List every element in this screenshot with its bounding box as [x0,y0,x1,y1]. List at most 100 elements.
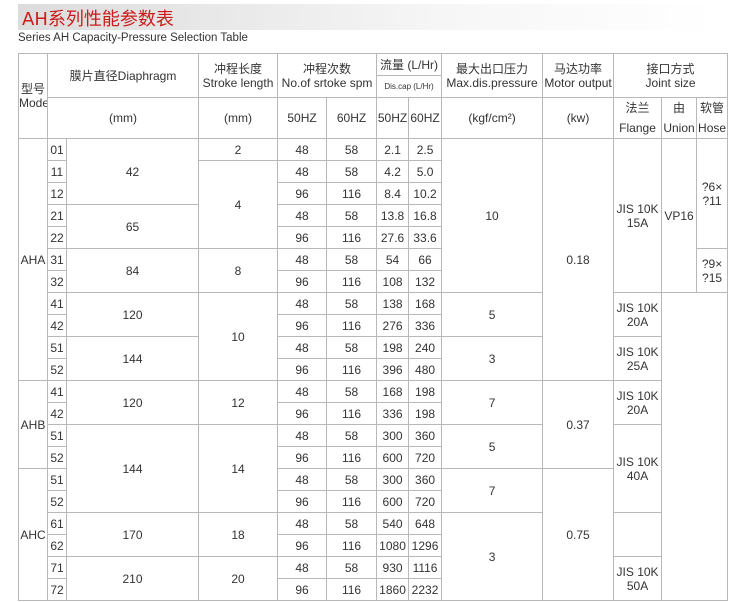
flange-cell: JIS 10K 20A [613,292,663,337]
model-code: 22 [47,226,67,249]
pressure-cell: 7 [441,380,544,425]
header-row: (mm) (mm) 50HZ 60HZ 50HZ 60HZ (kgf/cm²) … [19,97,729,139]
header-flow: 流量 (L/Hr) [376,53,443,76]
header-stroke: 冲程长度 Stroke length [198,53,279,98]
table-row: 71 210 20 48 58 930 1116 JIS 10K 50A [19,556,728,601]
flow-60hz-cell: 16.8 [408,204,443,227]
spm-60hz-cell: 116 [326,446,378,469]
diaphragm-cell: 144 [65,424,200,513]
table-row: 61 170 18 48 58 540 648 3 [19,512,728,601]
spm-60hz-cell: 116 [326,226,378,249]
pressure-cell: 5 [441,292,544,337]
spm-60hz-cell: 58 [326,512,378,535]
stroke-cell: 12 [198,380,279,425]
flow-60hz-cell: 720 [408,490,443,513]
diaphragm-cell: 65 [65,204,200,249]
flow-60hz-cell: 720 [408,446,443,469]
flow-60hz-cell: 168 [408,292,443,315]
hose-cell: ?6× ?11 [696,138,729,249]
stroke-cell: 20 [198,556,279,601]
diaphragm-cell: 170 [65,512,200,557]
model-code: 41 [47,380,67,403]
model-code: 11 [47,160,67,183]
model-code: 52 [47,490,67,513]
header-flow-sub: Dis.cap (L/Hr) [376,75,443,98]
flow-50hz-cell: 1860 [376,578,410,601]
flow-50hz-cell: 276 [376,314,410,337]
flow-50hz-cell: 198 [376,336,410,359]
model-code: 51 [47,424,67,447]
diaphragm-cell: 210 [65,556,200,601]
spm-50hz-cell: 48 [277,380,328,403]
hose-cell: ?9× ?15 [696,248,729,293]
header-spm: 冲程次数 No.of srtoke spm [277,53,378,98]
table-row: 51 144 14 48 58 300 360 5 JIS 10K 40A [19,424,728,513]
flow-50hz-cell: 2.1 [376,138,410,161]
pressure-cell: 3 [441,512,544,601]
model-group-ahb: AHB [18,380,48,469]
flow-60hz-cell: 1116 [408,556,443,579]
model-code: 51 [47,468,67,491]
joint-empty-cell [661,292,729,601]
model-code: 41 [47,292,67,315]
flange-empty-cell [613,512,663,557]
header-flow-50hz: 50HZ [376,97,410,139]
header-joint: 接口方式 Joint size [613,53,729,98]
spm-60hz-cell: 58 [326,292,378,315]
diaphragm-cell: 42 [65,138,200,205]
model-code: 52 [47,358,67,381]
flange-cell: JIS 10K 25A [613,336,663,381]
pressure-cell: 3 [441,336,544,381]
table-row: AHB 41 120 12 48 58 168 198 7 0.37 JIS 1… [18,380,728,469]
spm-50hz-cell: 48 [277,556,328,579]
model-code: 12 [47,182,67,205]
flange-cell: JIS 10K 50A [613,556,663,601]
spm-50hz-cell: 48 [277,468,328,491]
flow-60hz-cell: 132 [408,270,443,293]
flow-60hz-cell: 5.0 [408,160,443,183]
spm-60hz-cell: 116 [326,314,378,337]
spm-50hz-cell: 48 [277,138,328,161]
title-bar: AH系列性能参数表 [18,4,718,30]
flow-50hz-cell: 4.2 [376,160,410,183]
flow-50hz-cell: 27.6 [376,226,410,249]
header-pressure: 最大出口压力 Max.dis.pressure [441,53,544,98]
union-cell: VP16 [661,138,698,293]
diaphragm-cell: 120 [65,380,200,425]
stroke-cell: 14 [198,424,279,513]
spm-60hz-cell: 116 [326,182,378,205]
motor-cell: 0.18 [542,138,615,381]
spm-60hz-cell: 116 [326,402,378,425]
spm-60hz-cell: 58 [326,336,378,359]
spm-50hz-cell: 48 [277,204,328,227]
flow-60hz-cell: 648 [408,512,443,535]
model-code: 01 [47,138,67,161]
flow-60hz-cell: 198 [408,380,443,403]
spm-60hz-cell: 58 [326,160,378,183]
flange-cell: JIS 10K 20A [613,380,663,425]
header-model: 型号Model [18,53,48,139]
stroke-cell: 10 [198,292,279,381]
header-pressure-unit: (kgf/cm²) [441,97,544,139]
spm-50hz-cell: 48 [277,292,328,315]
spm-60hz-cell: 116 [326,490,378,513]
flow-60hz-cell: 2232 [408,578,443,601]
spm-50hz-cell: 48 [277,248,328,271]
stroke-cell: 18 [198,512,279,557]
header-motor-unit: (kw) [542,97,615,139]
header-spm-60hz: 60HZ [326,97,378,139]
pressure-cell: 10 [441,138,544,293]
flow-60hz-cell: 240 [408,336,443,359]
flow-60hz-cell: 33.6 [408,226,443,249]
diaphragm-cell: 120 [65,292,200,337]
spm-60hz-cell: 116 [326,270,378,293]
motor-cell: 0.37 [542,380,615,469]
spm-60hz-cell: 58 [326,556,378,579]
flow-50hz-cell: 396 [376,358,410,381]
flow-60hz-cell: 198 [408,402,443,425]
model-code: 62 [47,534,67,557]
spm-50hz-cell: 48 [277,512,328,535]
spm-60hz-cell: 58 [326,424,378,447]
flow-50hz-cell: 600 [376,446,410,469]
spm-60hz-cell: 116 [326,358,378,381]
